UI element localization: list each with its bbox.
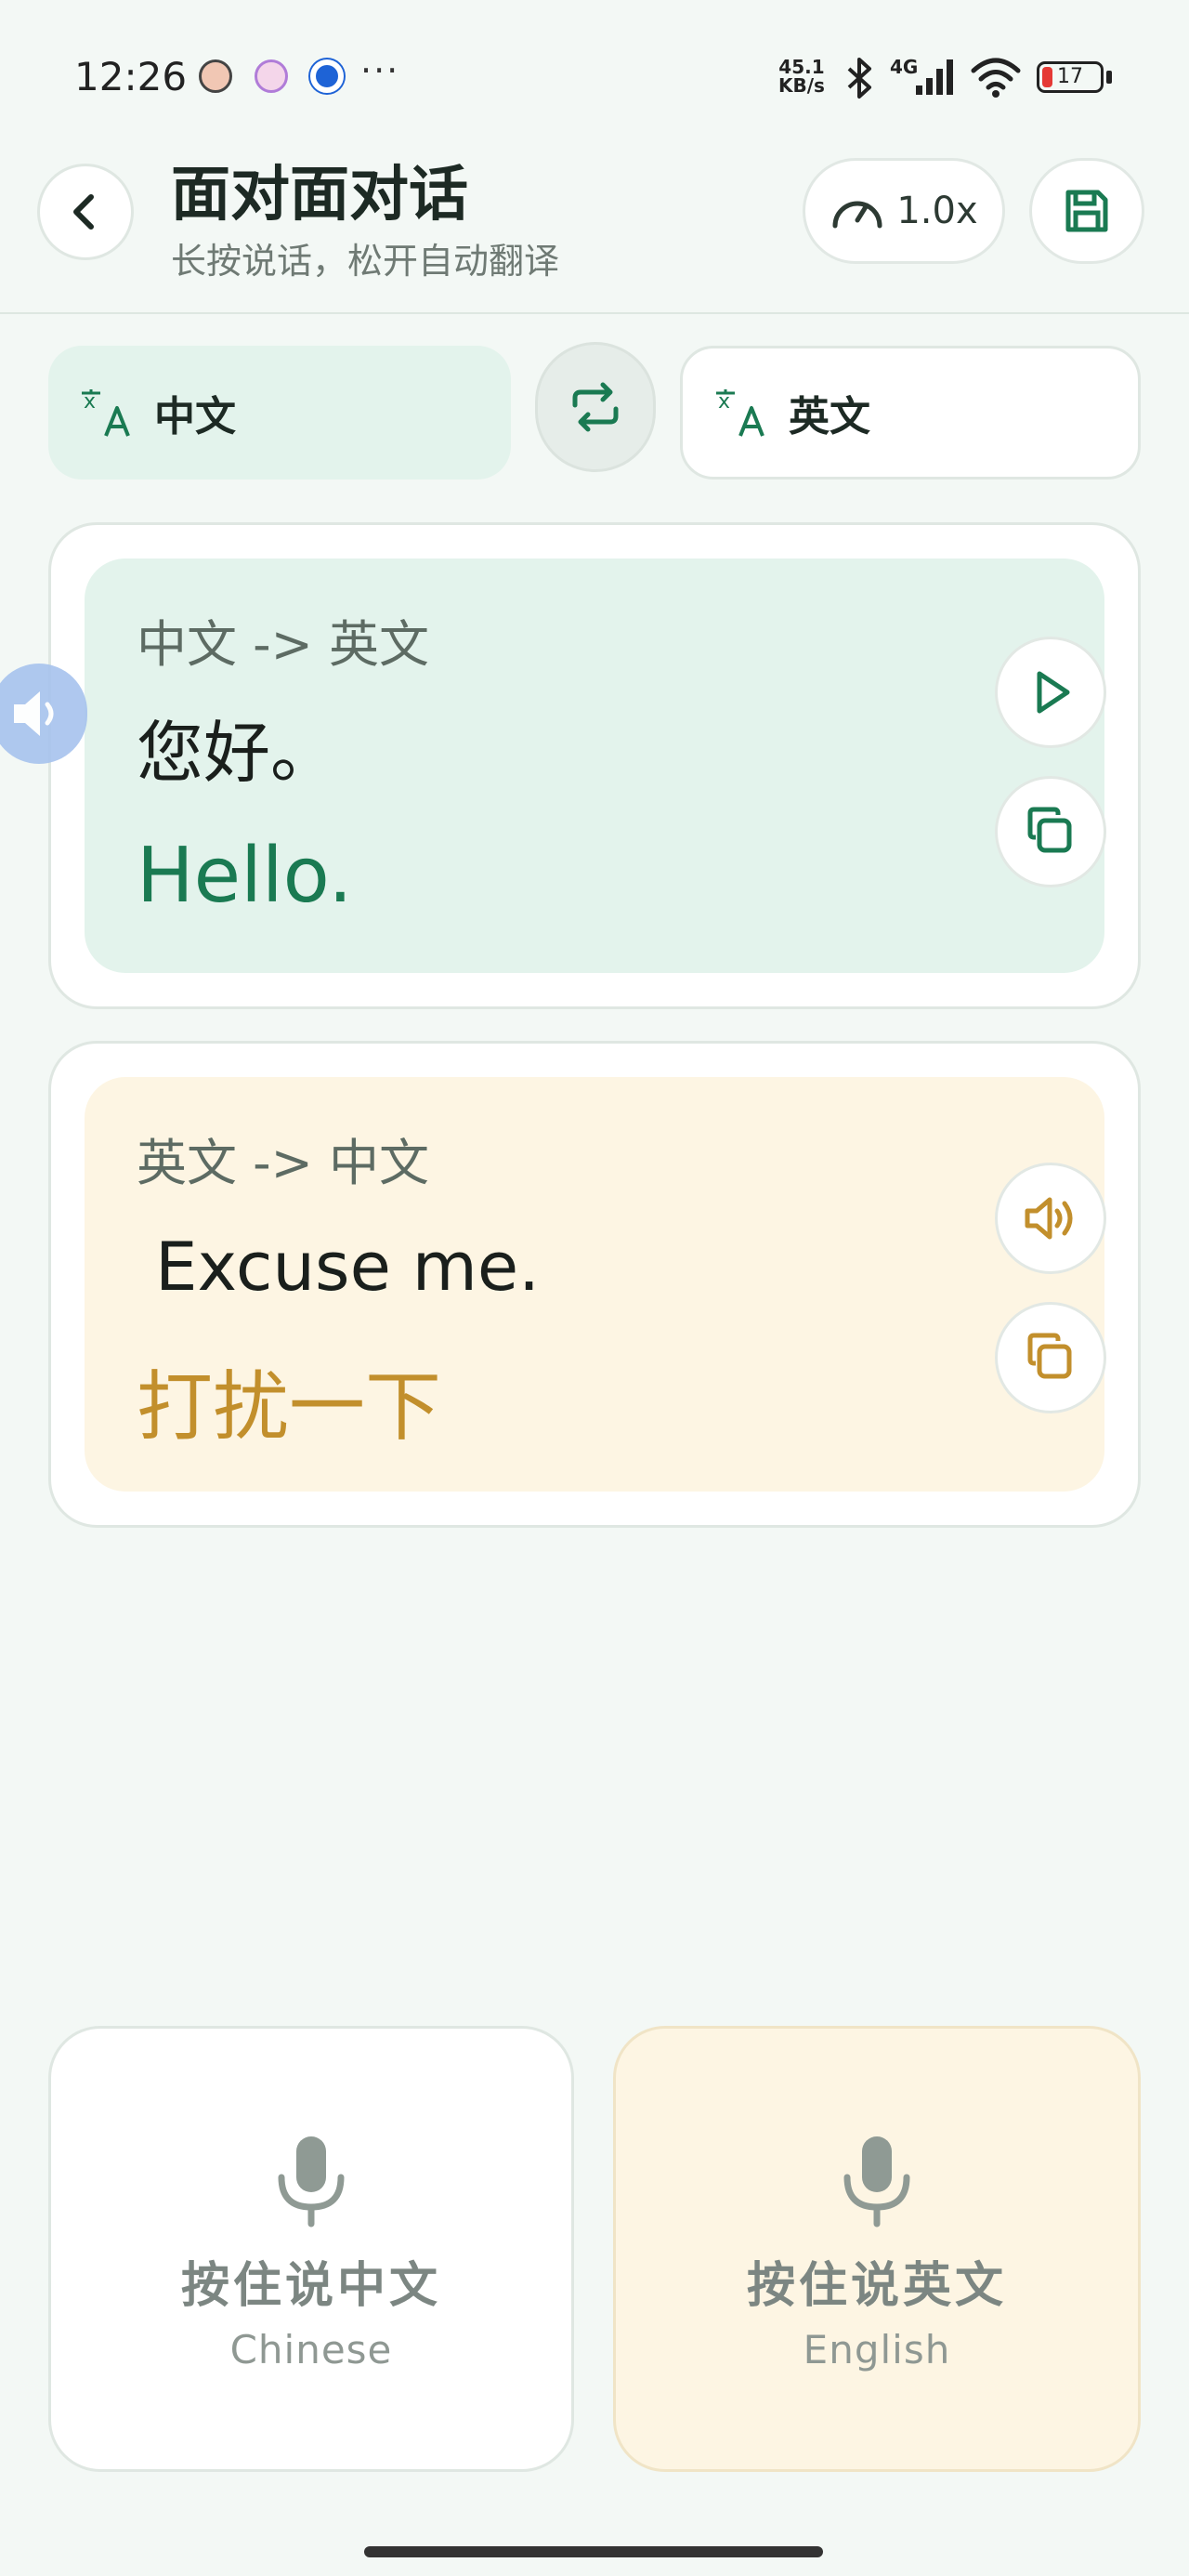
message-card: 英文 -> 中文 Excuse me. 打扰一下: [48, 1041, 1141, 1528]
signal-icon: [916, 59, 953, 95]
swap-icon: [572, 382, 619, 432]
net-speed: 45.1 KB/s: [778, 56, 825, 97]
more-notifications-icon: ···: [360, 50, 400, 91]
original-text: Excuse me.: [155, 1228, 541, 1306]
mic-button-sublabel: English: [803, 2327, 951, 2372]
save-button[interactable]: [1029, 158, 1144, 264]
status-time: 12:26: [74, 54, 188, 99]
page-title: 面对面对话: [171, 161, 468, 230]
chevron-left-icon: [73, 194, 94, 230]
translation-direction: 英文 -> 中文: [137, 1134, 430, 1192]
back-button[interactable]: [37, 164, 134, 260]
target-language-label: 英文: [789, 393, 870, 440]
app-header: 面对面对话 长按说话，松开自动翻译 1.0x: [0, 139, 1189, 314]
speaker-icon: [14, 691, 54, 736]
play-icon: [1037, 671, 1070, 714]
play-button[interactable]: [995, 637, 1106, 748]
wifi-icon: [971, 58, 1021, 98]
microphone-icon: [278, 2136, 345, 2228]
microphone-icon: [843, 2136, 910, 2228]
copy-button[interactable]: [995, 776, 1106, 887]
speaker-icon: [1025, 1197, 1073, 1240]
hold-to-speak-chinese-button[interactable]: 按住说中文 Chinese: [48, 2026, 574, 2472]
avatar-notification-icon: [199, 59, 232, 93]
app-notification-icon: [255, 59, 288, 93]
bluetooth-icon: [847, 58, 871, 99]
source-language-label: 中文: [154, 393, 236, 440]
save-icon: [1065, 190, 1108, 232]
translated-text: Hello.: [137, 832, 353, 920]
browser-notification-icon: [310, 59, 344, 93]
battery-icon: 17: [1037, 61, 1104, 93]
playback-speed-button[interactable]: 1.0x: [803, 158, 1005, 264]
swap-languages-button[interactable]: [535, 342, 656, 472]
mic-button-label: 按住说中文: [180, 2258, 441, 2314]
page-subtitle: 长按说话，松开自动翻译: [171, 241, 560, 282]
copy-icon: [1027, 807, 1072, 853]
home-indicator[interactable]: [364, 2546, 823, 2557]
copy-icon: [1027, 1333, 1072, 1379]
translate-icon: x: [716, 389, 764, 437]
copy-button[interactable]: [995, 1302, 1106, 1413]
hold-to-speak-english-button[interactable]: 按住说英文 English: [613, 2026, 1141, 2472]
message-bubble: 中文 -> 英文 您好。 Hello.: [85, 559, 1106, 973]
translation-direction: 中文 -> 英文: [137, 615, 430, 674]
status-bar: 12:26 ··· 45.1 KB/s 4G 17: [0, 0, 1189, 139]
mic-button-sublabel: Chinese: [229, 2327, 393, 2372]
speed-label: 1.0x: [896, 190, 978, 232]
target-language-button[interactable]: x 英文: [680, 346, 1141, 480]
translate-icon: x: [82, 389, 130, 437]
translated-text: 打扰一下: [137, 1363, 442, 1452]
speak-button[interactable]: [995, 1163, 1106, 1274]
source-language-button[interactable]: x 中文: [48, 346, 511, 480]
mic-button-label: 按住说英文: [746, 2258, 1007, 2314]
message-bubble: 英文 -> 中文 Excuse me. 打扰一下: [85, 1077, 1106, 1492]
original-text: 您好。: [137, 714, 338, 792]
speedometer-icon: [832, 201, 882, 229]
message-card: 中文 -> 英文 您好。 Hello.: [48, 522, 1141, 1009]
